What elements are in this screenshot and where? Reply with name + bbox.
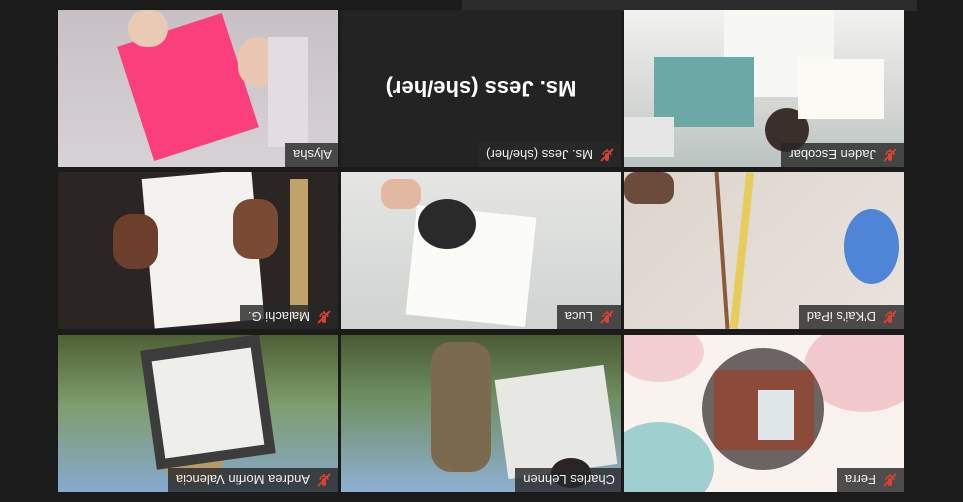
- video-tile-ms-jess[interactable]: Ms. Jess (she/her) Ms. Jess (she/her): [341, 10, 621, 167]
- participant-name: Alysha: [292, 147, 332, 163]
- participant-nameplate: D'Kai's iPad: [798, 305, 904, 329]
- participant-nameplate: Charles Lehnen: [515, 468, 621, 492]
- participant-name: Andrea Morfin Valencia: [175, 472, 310, 488]
- mic-muted-icon: [600, 310, 614, 324]
- mic-muted-icon: [317, 473, 331, 487]
- participant-name: D'Kai's iPad: [806, 309, 876, 325]
- mic-muted-icon: [883, 148, 897, 162]
- participant-name: Charles Lehnen: [523, 472, 615, 488]
- participant-name: Ms. Jess (she/her): [486, 147, 593, 163]
- participant-name: Malachi G.: [247, 309, 310, 325]
- participant-nameplate: Ms. Jess (she/her): [478, 143, 621, 167]
- mic-muted-icon: [883, 473, 897, 487]
- video-grid: Jaden Escobar Ms. Jess (she/her) Ms. Jes…: [0, 0, 963, 502]
- mic-muted-icon: [883, 310, 897, 324]
- participant-nameplate: Ferra: [836, 468, 904, 492]
- participant-nameplate: Andrea Morfin Valencia: [167, 468, 338, 492]
- participant-name: Ferra: [844, 472, 876, 488]
- video-tile-dkais-ipad[interactable]: D'Kai's iPad: [624, 172, 904, 329]
- video-tile-luca[interactable]: Luca: [341, 172, 621, 329]
- participant-nameplate: Malachi G.: [239, 305, 338, 329]
- mic-muted-icon: [317, 310, 331, 324]
- video-tile-jaden-escobar[interactable]: Jaden Escobar: [624, 10, 904, 167]
- participant-nameplate: Luca: [556, 305, 621, 329]
- mic-muted-icon: [600, 148, 614, 162]
- participant-name: Luca: [564, 309, 593, 325]
- participant-nameplate: Jaden Escobar: [781, 143, 904, 167]
- video-tile-andrea-morfin-valencia[interactable]: Andrea Morfin Valencia: [58, 335, 338, 492]
- video-tile-alysha[interactable]: Alysha: [58, 10, 338, 167]
- participant-nameplate: Alysha: [284, 143, 338, 167]
- video-tile-ferra[interactable]: Ferra: [624, 335, 904, 492]
- video-tile-malachi[interactable]: Malachi G.: [58, 172, 338, 329]
- video-tile-charles-lehnen[interactable]: Charles Lehnen: [341, 335, 621, 492]
- participant-name: Jaden Escobar: [789, 147, 876, 163]
